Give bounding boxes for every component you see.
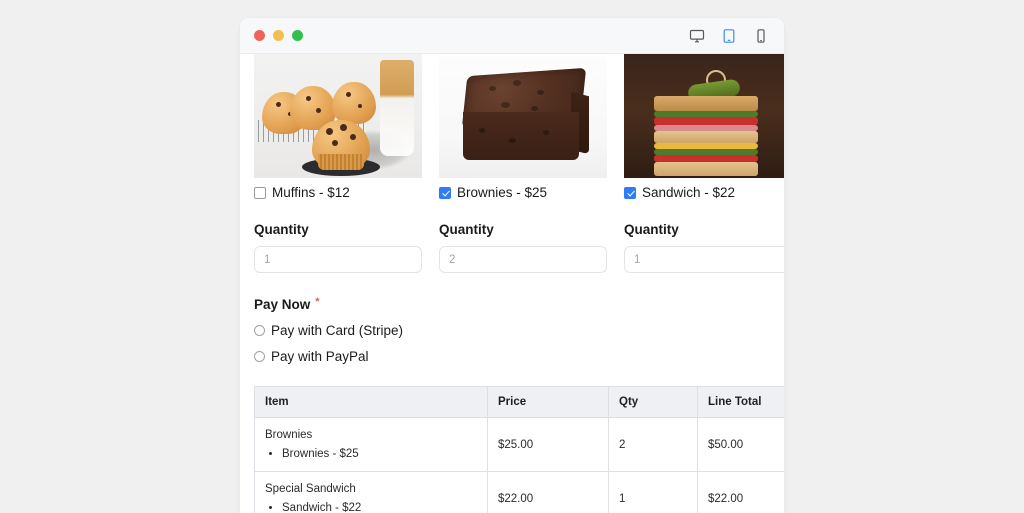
quantity-field-muffins: Quantity [254, 222, 422, 273]
quantity-input-muffins[interactable] [254, 246, 422, 273]
checkbox-sandwich-label: Sandwich - $22 [642, 185, 736, 200]
order-summary-table: Item Price Qty Line Total Brownies Brown… [254, 386, 784, 513]
payment-section-title: Pay Now * [254, 296, 770, 313]
checkbox-brownies[interactable]: Brownies - $25 [439, 185, 607, 200]
tablet-view-icon[interactable] [718, 25, 740, 47]
row-price: $25.00 [487, 416, 609, 473]
row-qty: 2 [608, 416, 698, 473]
row-item-options: Sandwich - $22 [265, 500, 477, 513]
mobile-view-icon[interactable] [750, 25, 772, 47]
product-image-row [254, 54, 784, 178]
row-item-name: Brownies [265, 429, 313, 441]
table-row: Special Sandwich Sandwich - $22 $22.00 1… [254, 471, 784, 513]
payment-title-text: Pay Now [254, 297, 311, 312]
radio-pay-with-paypal-button[interactable] [254, 351, 265, 362]
summary-table-body: Brownies Brownies - $25 $25.00 2 $50.00 [254, 416, 784, 513]
row-item-option: Brownies - $25 [282, 446, 477, 463]
row-line-total: $50.00 [697, 416, 784, 473]
brownies-image [439, 54, 607, 178]
header-item: Item [254, 386, 488, 418]
radio-pay-with-card[interactable]: Pay with Card (Stripe) [254, 323, 770, 338]
radio-pay-with-paypal-label: Pay with PayPal [271, 349, 369, 364]
close-window-button[interactable] [254, 30, 265, 41]
required-asterisk-icon: * [315, 296, 320, 308]
row-item-name: Special Sandwich [265, 483, 356, 496]
row-item-cell: Special Sandwich Sandwich - $22 [254, 471, 488, 513]
row-item-option: Sandwich - $22 [282, 500, 477, 513]
row-price: $22.00 [487, 471, 609, 513]
product-card-sandwich [624, 54, 784, 178]
muffins-image [254, 54, 422, 178]
quantity-field-brownies: Quantity [439, 222, 607, 273]
checkbox-brownies-label: Brownies - $25 [457, 185, 548, 200]
quantity-label-muffins: Quantity [254, 222, 309, 237]
radio-pay-with-card-button[interactable] [254, 325, 265, 336]
summary-table-head: Item Price Qty Line Total [254, 386, 784, 418]
product-card-muffins [254, 54, 422, 178]
checkbox-sandwich-box[interactable] [624, 186, 636, 199]
header-price: Price [487, 386, 609, 418]
checkbox-muffins-label: Muffins - $12 [272, 185, 350, 200]
browser-preview-window: Muffins - $12 Brownies - $25 Sandwich - … [240, 18, 784, 513]
page-viewport[interactable]: Muffins - $12 Brownies - $25 Sandwich - … [240, 54, 784, 513]
checkbox-muffins-box[interactable] [254, 186, 266, 199]
traffic-light-controls [254, 30, 303, 41]
window-titlebar [240, 18, 784, 54]
quantity-label-sandwich: Quantity [624, 222, 679, 237]
header-qty: Qty [608, 386, 698, 418]
quantity-input-sandwich[interactable] [624, 246, 784, 273]
quantity-input-brownies[interactable] [439, 246, 607, 273]
sandwich-image [624, 54, 784, 178]
device-preview-toggles [686, 18, 772, 54]
quantity-row: Quantity Quantity Quantity [254, 222, 784, 273]
header-line-total: Line Total [697, 386, 784, 418]
maximize-window-button[interactable] [292, 30, 303, 41]
radio-pay-with-paypal[interactable]: Pay with PayPal [254, 349, 770, 364]
row-item-cell: Brownies Brownies - $25 [254, 416, 488, 473]
quantity-field-sandwich: Quantity [624, 222, 784, 273]
summary-header-row: Item Price Qty Line Total [254, 386, 784, 418]
page-root: Muffins - $12 Brownies - $25 Sandwich - … [0, 0, 1024, 513]
table-row: Brownies Brownies - $25 $25.00 2 $50.00 [254, 416, 784, 473]
checkbox-muffins[interactable]: Muffins - $12 [254, 185, 422, 200]
radio-pay-with-card-label: Pay with Card (Stripe) [271, 323, 404, 338]
checkbox-brownies-box[interactable] [439, 186, 451, 199]
row-line-total: $22.00 [697, 471, 784, 513]
minimize-window-button[interactable] [273, 30, 284, 41]
row-qty: 1 [608, 471, 698, 513]
product-card-brownies [439, 54, 607, 178]
order-form: Muffins - $12 Brownies - $25 Sandwich - … [240, 54, 784, 513]
row-item-options: Brownies - $25 [265, 446, 477, 463]
product-checkbox-row: Muffins - $12 Brownies - $25 Sandwich - … [254, 185, 770, 200]
checkbox-sandwich[interactable]: Sandwich - $22 [624, 185, 784, 200]
desktop-view-icon[interactable] [686, 25, 708, 47]
quantity-label-brownies: Quantity [439, 222, 494, 237]
